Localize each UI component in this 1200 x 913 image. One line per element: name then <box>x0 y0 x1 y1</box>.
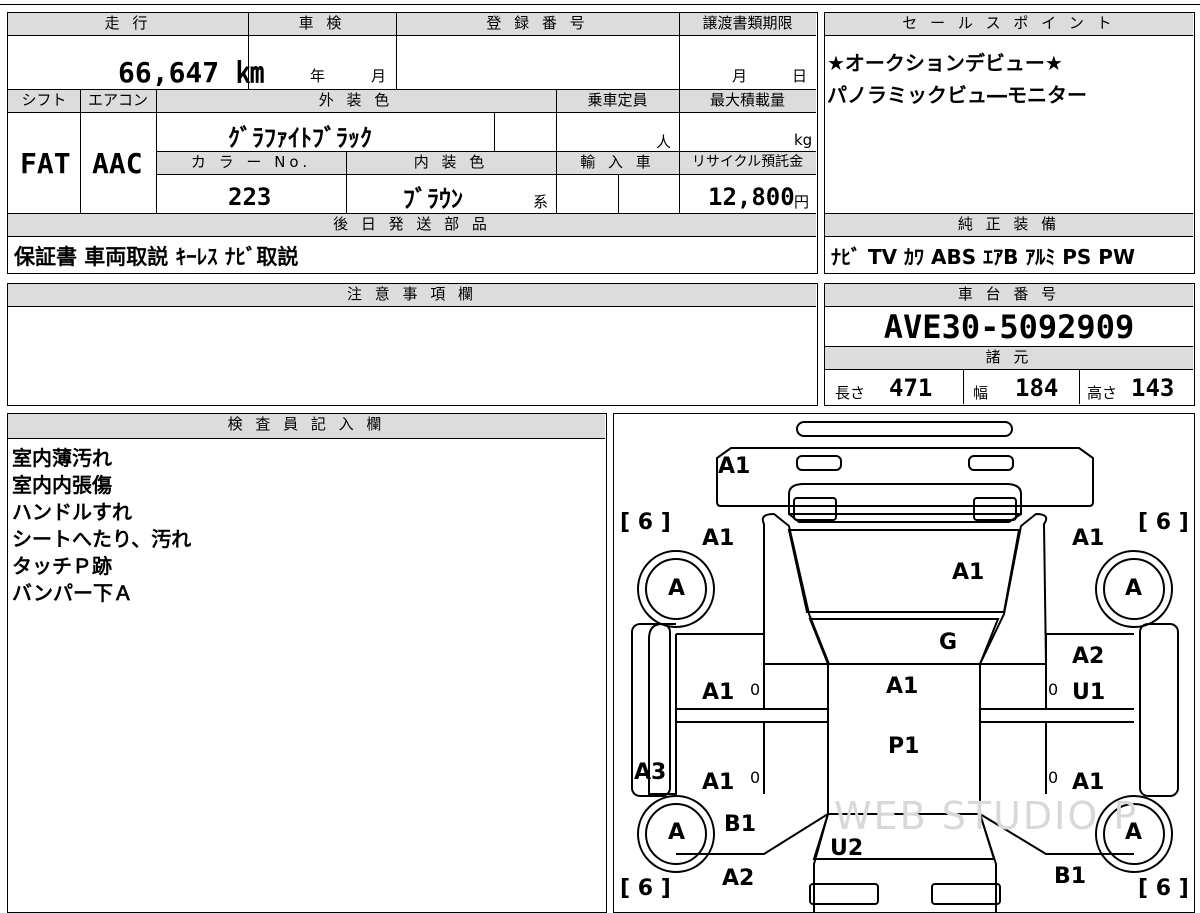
wheel-front-left-label: A <box>668 576 686 601</box>
car-damage-diagram: [ 6 ] [ 6 ] [ 6 ] [ 6 ] A A A A A1 A1 A1… <box>613 413 1195 913</box>
mark-left-front-door: 0 <box>750 680 761 699</box>
recycle-fee-unit: 円 <box>794 193 810 211</box>
inspector-line-2: 室内内張傷 <box>12 473 112 497</box>
color-no-value: 223 <box>228 183 272 211</box>
header-exterior-color: 外 装 色 <box>156 90 556 112</box>
header-capacity: 乗車定員 <box>556 90 679 112</box>
inspection-month-unit: 月 <box>371 67 387 85</box>
header-sales-points: セ ー ル ス ポ イ ン ト <box>825 13 1193 35</box>
mark-right-front-door: 0 <box>1048 680 1059 699</box>
header-standard-equipment: 純 正 装 備 <box>825 214 1193 236</box>
summary-table: 走 行 車 検 登 録 番 号 譲渡書類期限 66,647 ㎞ 年 月 月 日 … <box>7 12 818 274</box>
car-outline <box>631 421 1179 912</box>
inspector-line-4: シートへたり、汚れ <box>12 527 192 551</box>
transfer-month-unit: 月 <box>732 67 748 85</box>
width-value: 184 <box>1015 374 1059 402</box>
shift-value: FAT <box>20 147 71 180</box>
wheel-front-right-label: A <box>1125 576 1143 601</box>
watermark: WEB STUDIO P <box>834 794 1139 838</box>
chassis-number: AVE30-5092909 <box>883 308 1135 346</box>
header-inspection: 車 検 <box>248 13 396 35</box>
damage-rear-left-quarter: A2 <box>722 866 755 891</box>
header-aircon: エアコン <box>80 90 156 112</box>
header-interior-color: 内 装 色 <box>346 152 556 174</box>
damage-trunk: U2 <box>830 836 864 861</box>
height-value: 143 <box>1131 374 1175 402</box>
standard-equipment-value: ﾅﾋﾞ TV ｶﾜ ABS ｴｱB ｱﾙﾐ PS PW <box>831 245 1136 269</box>
sales-points-box: セ ー ル ス ポ イ ン ト ★オークションデビュー★ パノラミックビュ―モニ… <box>824 12 1195 274</box>
header-notes: 注 意 事 項 欄 <box>8 284 816 306</box>
mark-right-rear-door: 0 <box>1048 768 1059 787</box>
notes-box: 注 意 事 項 欄 <box>7 283 818 406</box>
damage-front-right-door: U1 <box>1072 680 1106 705</box>
max-load-unit: kg <box>794 131 813 149</box>
damage-front-right-fender: A1 <box>1072 526 1105 551</box>
header-shift: シフト <box>8 90 80 112</box>
header-max-load: 最大積載量 <box>679 90 816 112</box>
damage-rear-left-fender: B1 <box>724 812 757 837</box>
height-label: 高さ <box>1087 384 1118 402</box>
length-label: 長さ <box>835 384 866 402</box>
inspection-year-unit: 年 <box>310 67 326 85</box>
header-import: 輸 入 車 <box>556 152 679 174</box>
recycle-fee-value: 12,800 <box>708 183 795 211</box>
inspector-box: 検 査 員 記 入 欄 室内薄汚れ 室内内張傷 ハンドルすれ シートへたり、汚れ… <box>7 413 607 913</box>
exterior-color-value: ｸﾞﾗﾌｧｲﾄﾌﾞﾗｯｸ <box>228 124 372 152</box>
damage-front-left-door: A1 <box>702 680 735 705</box>
inspector-line-3: ハンドルすれ <box>12 500 132 524</box>
transfer-day-unit: 日 <box>792 67 808 85</box>
damage-front-bumper: A1 <box>718 454 751 479</box>
header-specs: 諸 元 <box>825 347 1193 369</box>
length-value: 471 <box>889 374 933 402</box>
tire-depth-rear-left: [ 6 ] <box>620 876 671 901</box>
damage-hood: A1 <box>952 560 985 585</box>
wheel-rear-left-label: A <box>668 820 686 845</box>
tire-depth-front-left: [ 6 ] <box>620 510 671 535</box>
sales-point-line-2: パノラミックビュ―モニター <box>827 83 1087 107</box>
header-later-parts: 後 日 発 送 部 品 <box>8 214 816 236</box>
damage-rear-right-quarter: B1 <box>1054 864 1087 889</box>
later-parts-value: 保証書 車両取説 ｷｰﾚｽ ﾅﾋﾞ取説 <box>14 245 299 269</box>
aircon-value: AAC <box>92 147 143 180</box>
interior-color-suffix: 系 <box>533 193 549 211</box>
tire-depth-front-right: [ 6 ] <box>1138 510 1189 535</box>
top-edge-line <box>0 4 1200 5</box>
mark-left-rear-door: 0 <box>750 768 761 787</box>
damage-left-sill: A3 <box>634 760 667 785</box>
header-inspector: 検 査 員 記 入 欄 <box>8 414 605 438</box>
interior-color-value: ﾌﾞﾗｳﾝ <box>403 185 463 213</box>
damage-rear-left-door: A1 <box>702 770 735 795</box>
damage-rear-right-door: A1 <box>1072 770 1105 795</box>
sales-point-line-1: ★オークションデビュー★ <box>827 51 1063 75</box>
header-chassis: 車 台 番 号 <box>825 284 1193 306</box>
damage-windshield: G <box>939 630 958 655</box>
header-recycle-fee: リサイクル預託金 <box>679 152 816 174</box>
header-transfer-deadline: 譲渡書類期限 <box>679 13 816 35</box>
capacity-unit: 人 <box>656 133 672 151</box>
damage-roof-rear: P1 <box>888 734 920 759</box>
header-registration: 登 録 番 号 <box>396 13 679 35</box>
inspector-line-5: タッチＰ跡 <box>12 554 112 578</box>
damage-roof: A1 <box>886 674 919 699</box>
chassis-box: 車 台 番 号 AVE30-5092909 諸 元 長さ 471 幅 184 高… <box>824 283 1195 406</box>
header-color-no: カ ラ ー No. <box>156 152 346 174</box>
inspector-line-6: バンパー下Ａ <box>12 581 133 605</box>
mileage-value: 66,647 ㎞ <box>118 56 265 89</box>
inspector-line-1: 室内薄汚れ <box>12 446 112 470</box>
damage-front-left-fender: A1 <box>702 526 735 551</box>
width-label: 幅 <box>973 384 989 402</box>
damage-front-right-door-upper: A2 <box>1072 644 1105 669</box>
header-mileage: 走 行 <box>8 13 248 35</box>
tire-depth-rear-right: [ 6 ] <box>1138 876 1189 901</box>
